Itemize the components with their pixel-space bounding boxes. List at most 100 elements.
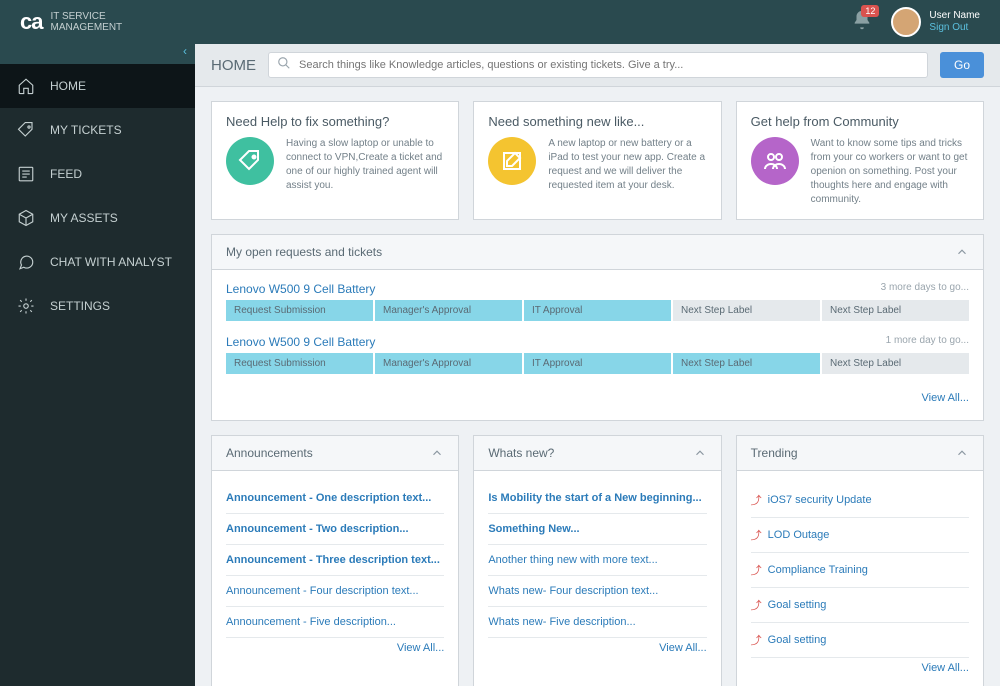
open-requests-panel: My open requests and tickets Lenovo W500…	[211, 234, 984, 421]
help-card[interactable]: Need Help to fix something? Having a slo…	[211, 101, 459, 220]
sign-out-link[interactable]: Sign Out	[929, 22, 980, 34]
sidebar-item-label: FEED	[50, 167, 82, 181]
trending-icon: ⤴	[751, 597, 762, 613]
app-header: ca IT SERVICE MANAGEMENT 12 User Name Si…	[0, 0, 1000, 44]
search-wrap	[268, 52, 928, 78]
ticket-due: 3 more days to go...	[881, 282, 969, 296]
ticket: Lenovo W500 9 Cell Battery 3 more days t…	[226, 282, 969, 321]
box-icon	[16, 208, 36, 228]
trending-icon: ⤴	[751, 492, 762, 508]
list-item[interactable]: Another thing new with more text...	[488, 545, 706, 576]
help-card-title: Need something new like...	[488, 114, 706, 129]
tag-icon	[16, 120, 36, 140]
list-item[interactable]: ⤴Goal setting	[751, 623, 969, 658]
announcements-panel: Announcements Announcement - One descrip…	[211, 435, 459, 686]
collapse-button[interactable]	[430, 446, 444, 460]
sidebar-item-label: CHAT WITH ANALYST	[50, 255, 172, 269]
user-block: User Name Sign Out	[929, 10, 980, 34]
ticket-step: IT Approval	[524, 300, 671, 321]
ticket-step: Manager's Approval	[375, 300, 522, 321]
help-card-desc: Having a slow laptop or unable to connec…	[286, 137, 444, 193]
collapse-button[interactable]	[955, 245, 969, 259]
sidebar-item-chat[interactable]: CHAT WITH ANALYST	[0, 240, 195, 284]
ticket-title[interactable]: Lenovo W500 9 Cell Battery	[226, 335, 375, 349]
collapse-button[interactable]	[693, 446, 707, 460]
list-item[interactable]: ⤴Goal setting	[751, 588, 969, 623]
list-item[interactable]: Announcement - Two description...	[226, 514, 444, 545]
sidebar-item-label: SETTINGS	[50, 299, 110, 313]
page-title: HOME	[211, 57, 256, 74]
sidebar-item-label: MY ASSETS	[50, 211, 118, 225]
ticket-step: IT Approval	[524, 353, 671, 374]
panel-title: Trending	[751, 446, 955, 460]
panel-title: My open requests and tickets	[226, 245, 955, 259]
bell-icon	[851, 18, 873, 35]
logo: ca	[20, 9, 42, 35]
ticket-step: Request Submission	[226, 300, 373, 321]
trending-icon: ⤴	[751, 527, 762, 543]
ticket-due: 1 more day to go...	[886, 335, 969, 349]
sidebar-item-settings[interactable]: SETTINGS	[0, 284, 195, 328]
ticket-step: Manager's Approval	[375, 353, 522, 374]
collapse-button[interactable]	[955, 446, 969, 460]
help-card-icon	[226, 137, 274, 185]
list-item[interactable]: Announcement - Four description text...	[226, 576, 444, 607]
view-all-link[interactable]: View All...	[226, 388, 969, 408]
topbar: HOME Go	[195, 44, 1000, 87]
list-item[interactable]: Announcement - Five description...	[226, 607, 444, 638]
ticket-step: Next Step Label	[822, 353, 969, 374]
sidebar-collapse[interactable]: ‹	[0, 44, 195, 64]
list-item[interactable]: Announcement - Three description text...	[226, 545, 444, 576]
trending-icon: ⤴	[751, 562, 762, 578]
ticket-step: Next Step Label	[673, 353, 820, 374]
help-card-desc: A new laptop or new battery or a iPad to…	[548, 137, 706, 193]
help-card[interactable]: Need something new like... A new laptop …	[473, 101, 721, 220]
avatar[interactable]	[891, 7, 921, 37]
chat-icon	[16, 252, 36, 272]
search-icon	[277, 56, 291, 75]
help-card-icon	[751, 137, 799, 185]
help-card[interactable]: Get help from Community Want to know som…	[736, 101, 984, 220]
view-all-link[interactable]: View All...	[226, 638, 444, 658]
whats-new-panel: Whats new? Is Mobility the start of a Ne…	[473, 435, 721, 686]
sidebar-item-label: MY TICKETS	[50, 123, 122, 137]
list-item[interactable]: Is Mobility the start of a New beginning…	[488, 483, 706, 514]
sidebar-item-label: HOME	[50, 79, 86, 93]
list-item[interactable]: Announcement - One description text...	[226, 483, 444, 514]
ticket-step: Next Step Label	[673, 300, 820, 321]
trending-icon: ⤴	[751, 632, 762, 648]
list-item[interactable]: Something New...	[488, 514, 706, 545]
trending-panel: Trending ⤴iOS7 security Update⤴LOD Outag…	[736, 435, 984, 686]
sidebar-item-home[interactable]: HOME	[0, 64, 195, 108]
feed-icon	[16, 164, 36, 184]
list-item[interactable]: Whats new- Four description text...	[488, 576, 706, 607]
list-item[interactable]: Whats new- Five description...	[488, 607, 706, 638]
help-card-desc: Want to know some tips and tricks from y…	[811, 137, 969, 207]
user-name: User Name	[929, 10, 980, 22]
go-button[interactable]: Go	[940, 52, 984, 78]
ticket-step: Next Step Label	[822, 300, 969, 321]
main: HOME Go Need Help to fix something? Havi…	[195, 44, 1000, 686]
logo-subtitle: IT SERVICE MANAGEMENT	[50, 11, 122, 33]
ticket-step: Request Submission	[226, 353, 373, 374]
ticket-title[interactable]: Lenovo W500 9 Cell Battery	[226, 282, 375, 296]
help-card-title: Get help from Community	[751, 114, 969, 129]
view-all-link[interactable]: View All...	[751, 658, 969, 678]
ticket: Lenovo W500 9 Cell Battery 1 more day to…	[226, 335, 969, 374]
list-item[interactable]: ⤴iOS7 security Update	[751, 483, 969, 518]
list-item[interactable]: ⤴LOD Outage	[751, 518, 969, 553]
notifications-button[interactable]: 12	[851, 9, 873, 36]
gear-icon	[16, 296, 36, 316]
sidebar-item-feed[interactable]: FEED	[0, 152, 195, 196]
sidebar-item-tickets[interactable]: MY TICKETS	[0, 108, 195, 152]
search-input[interactable]	[291, 53, 919, 77]
help-card-icon	[488, 137, 536, 185]
home-icon	[16, 76, 36, 96]
view-all-link[interactable]: View All...	[488, 638, 706, 658]
sidebar-item-assets[interactable]: MY ASSETS	[0, 196, 195, 240]
list-item[interactable]: ⤴Compliance Training	[751, 553, 969, 588]
panel-title: Announcements	[226, 446, 430, 460]
notification-badge: 12	[861, 5, 879, 17]
sidebar: ‹ HOME MY TICKETS FEED MY ASSETS CHAT WI…	[0, 44, 195, 686]
panel-title: Whats new?	[488, 446, 692, 460]
